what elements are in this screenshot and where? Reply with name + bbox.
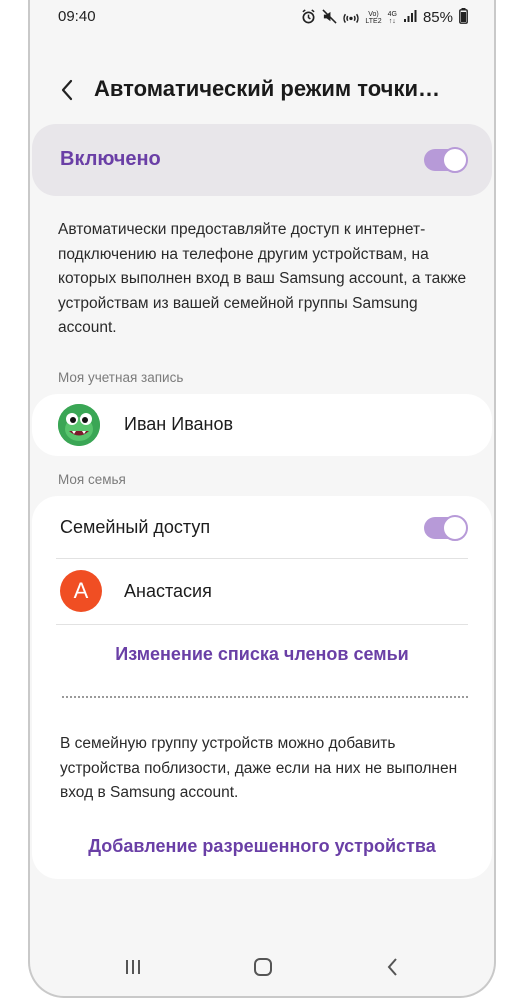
back-button[interactable]: [54, 76, 82, 104]
feature-description: Автоматически предоставляйте доступ к ин…: [58, 221, 467, 336]
back-icon: [387, 958, 397, 976]
navigation-bar: [30, 940, 494, 996]
hotspot-icon: [343, 9, 360, 27]
network-type: 4G ↑↓: [387, 10, 397, 25]
switch-knob: [442, 515, 468, 541]
phone-frame: 09:40 Vo) LTE2 4G ↑↓ 85% Автоматический …: [28, 0, 496, 998]
my-account-section-label: Моя учетная запись: [58, 370, 184, 385]
family-card: Семейный доступ А Анастасия Изменение сп…: [32, 496, 492, 879]
member-initial: А: [73, 578, 89, 603]
back-nav-button[interactable]: [378, 954, 408, 980]
status-time: 09:40: [58, 8, 96, 25]
mute-icon: [322, 8, 337, 27]
family-member-row[interactable]: А Анастасия: [32, 559, 492, 623]
battery-level: 85%: [422, 9, 453, 26]
app-header: Автоматический режим точки…: [30, 62, 494, 118]
volte-lte-indicator: Vo) LTE2: [365, 10, 382, 25]
switch-knob: [442, 147, 468, 173]
dotted-divider: [62, 696, 468, 698]
signal-icon: [403, 9, 417, 26]
recents-icon: [126, 960, 140, 974]
nearby-devices-note: В семейную группу устройств можно добави…: [60, 735, 458, 801]
family-section-label: Моя семья: [58, 472, 126, 487]
battery-icon: [459, 8, 468, 27]
my-account-card[interactable]: Иван Иванов: [32, 394, 492, 456]
home-button[interactable]: [248, 954, 278, 980]
divider: [56, 624, 468, 625]
status-bar: 09:40 Vo) LTE2 4G ↑↓ 85%: [30, 0, 494, 34]
add-allowed-device-link[interactable]: Добавление разрешенного устройства: [32, 836, 492, 857]
family-access-switch[interactable]: [424, 515, 468, 541]
status-icons: Vo) LTE2 4G ↑↓ 85%: [301, 8, 468, 27]
main-toggle-row[interactable]: Включено: [32, 124, 492, 196]
home-icon: [254, 958, 272, 976]
family-access-row[interactable]: Семейный доступ: [32, 496, 492, 558]
family-access-label: Семейный доступ: [60, 517, 211, 537]
member-avatar: А: [60, 570, 102, 612]
recents-button[interactable]: [118, 954, 148, 980]
monster-avatar-icon: [58, 404, 100, 446]
member-name: Анастасия: [124, 581, 212, 601]
alarm-icon: [301, 8, 316, 27]
user-avatar: [58, 404, 100, 446]
chevron-left-icon: [61, 79, 73, 101]
page-title: Автоматический режим точки…: [94, 76, 440, 101]
main-toggle-switch[interactable]: [424, 147, 468, 173]
user-name: Иван Иванов: [124, 414, 234, 434]
main-toggle-label: Включено: [60, 148, 161, 170]
edit-family-members-link[interactable]: Изменение списка членов семьи: [32, 644, 492, 665]
